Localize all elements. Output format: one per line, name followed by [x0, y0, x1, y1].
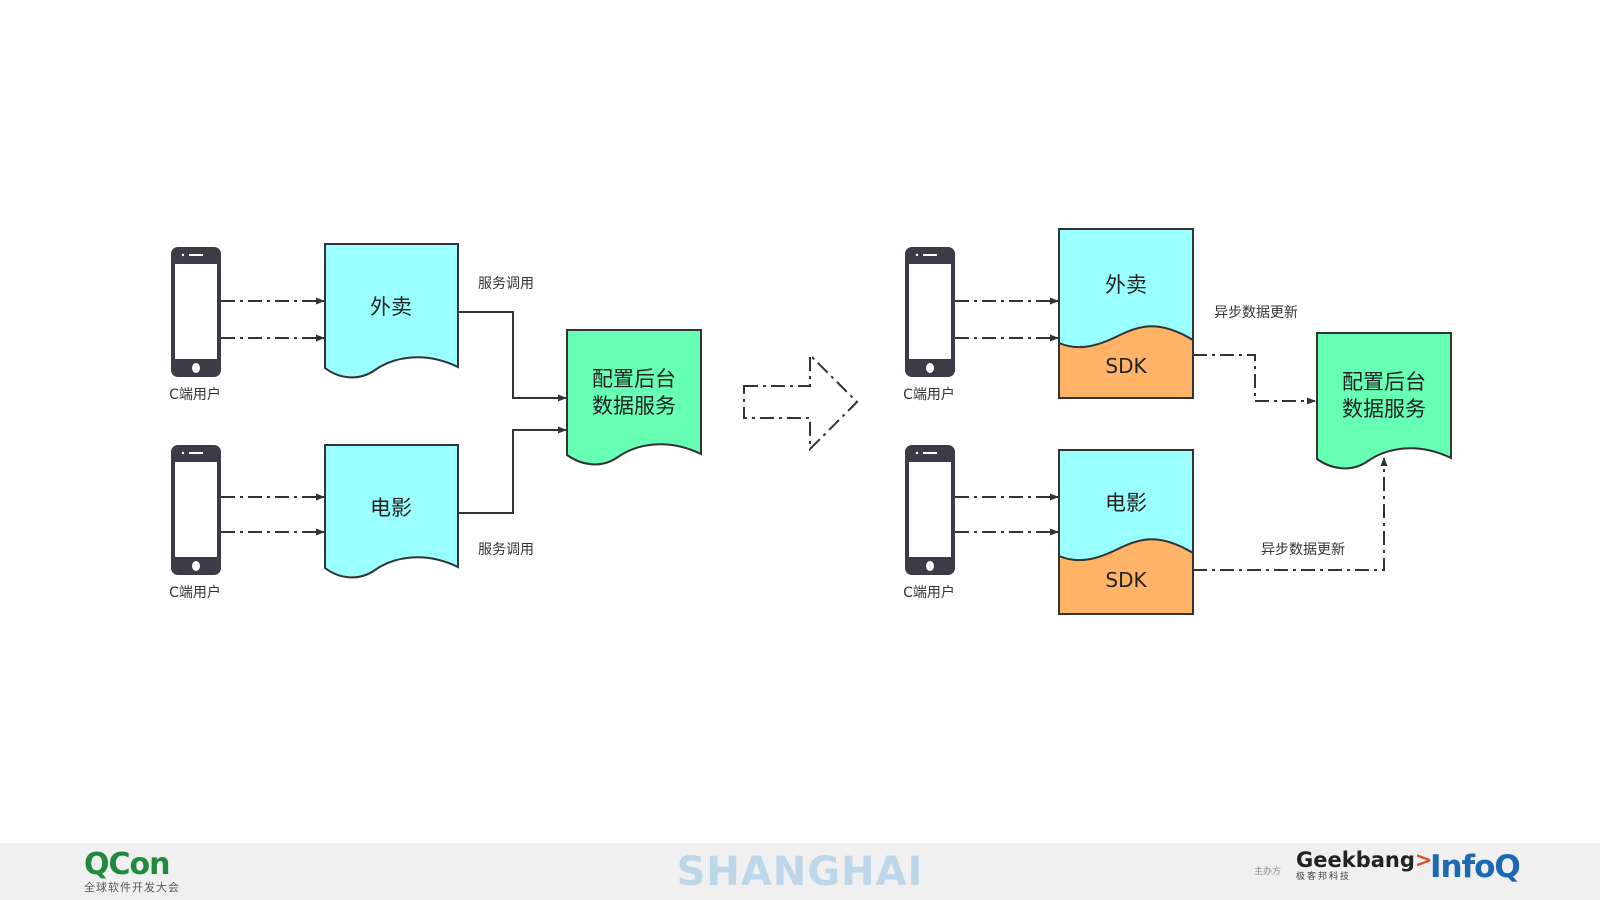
async-update-arrow — [1193, 354, 1316, 405]
movie-label: 电影 — [1105, 491, 1147, 515]
client-label: C端用户 — [169, 386, 221, 403]
service-call-arrow — [458, 311, 567, 402]
async-update-label: 异步数据更新 — [1214, 305, 1298, 321]
geekbang-logo: Geekbang>. 极客邦科技 — [1296, 848, 1440, 883]
sponsor-label: 主办方 — [1254, 867, 1282, 877]
async-update-label: 异步数据更新 — [1261, 542, 1345, 558]
backend-label-line1: 配置后台 — [1342, 370, 1426, 394]
movie-label: 电影 — [370, 496, 412, 520]
architecture-diagram: C端用户 C端用户 外卖 电影 配置后台 数据服务 服务调用 服务调用 C端用户… — [169, 228, 1452, 615]
sdk-label: SDK — [1105, 568, 1147, 592]
geekbang-subtitle: 极客邦科技 — [1296, 872, 1352, 882]
service-call-label: 服务调用 — [478, 276, 534, 292]
backend-label-line2: 数据服务 — [592, 394, 676, 418]
service-call-arrow — [458, 426, 567, 514]
phone-icon — [904, 246, 956, 378]
sdk-label: SDK — [1105, 354, 1147, 378]
client-label: C端用户 — [903, 584, 955, 601]
infoq-logo: InfoQ — [1430, 849, 1521, 885]
phone-icon — [170, 246, 222, 378]
waimai-label: 外卖 — [370, 295, 412, 319]
backend-label-line2: 数据服务 — [1342, 397, 1426, 421]
phone-icon — [904, 444, 956, 576]
geekbang-word: Geekbang — [1296, 848, 1415, 872]
footer-bar: QCon 全球软件开发大会 SHANGHAI 主办方 Geekbang>. 极客… — [0, 843, 1600, 900]
service-call-label: 服务调用 — [478, 542, 534, 558]
waimai-label: 外卖 — [1105, 273, 1147, 297]
client-label: C端用户 — [903, 386, 955, 403]
client-label: C端用户 — [169, 584, 221, 601]
phone-icon — [170, 444, 222, 576]
backend-label-line1: 配置后台 — [592, 367, 676, 391]
transition-arrow-icon — [743, 352, 859, 452]
